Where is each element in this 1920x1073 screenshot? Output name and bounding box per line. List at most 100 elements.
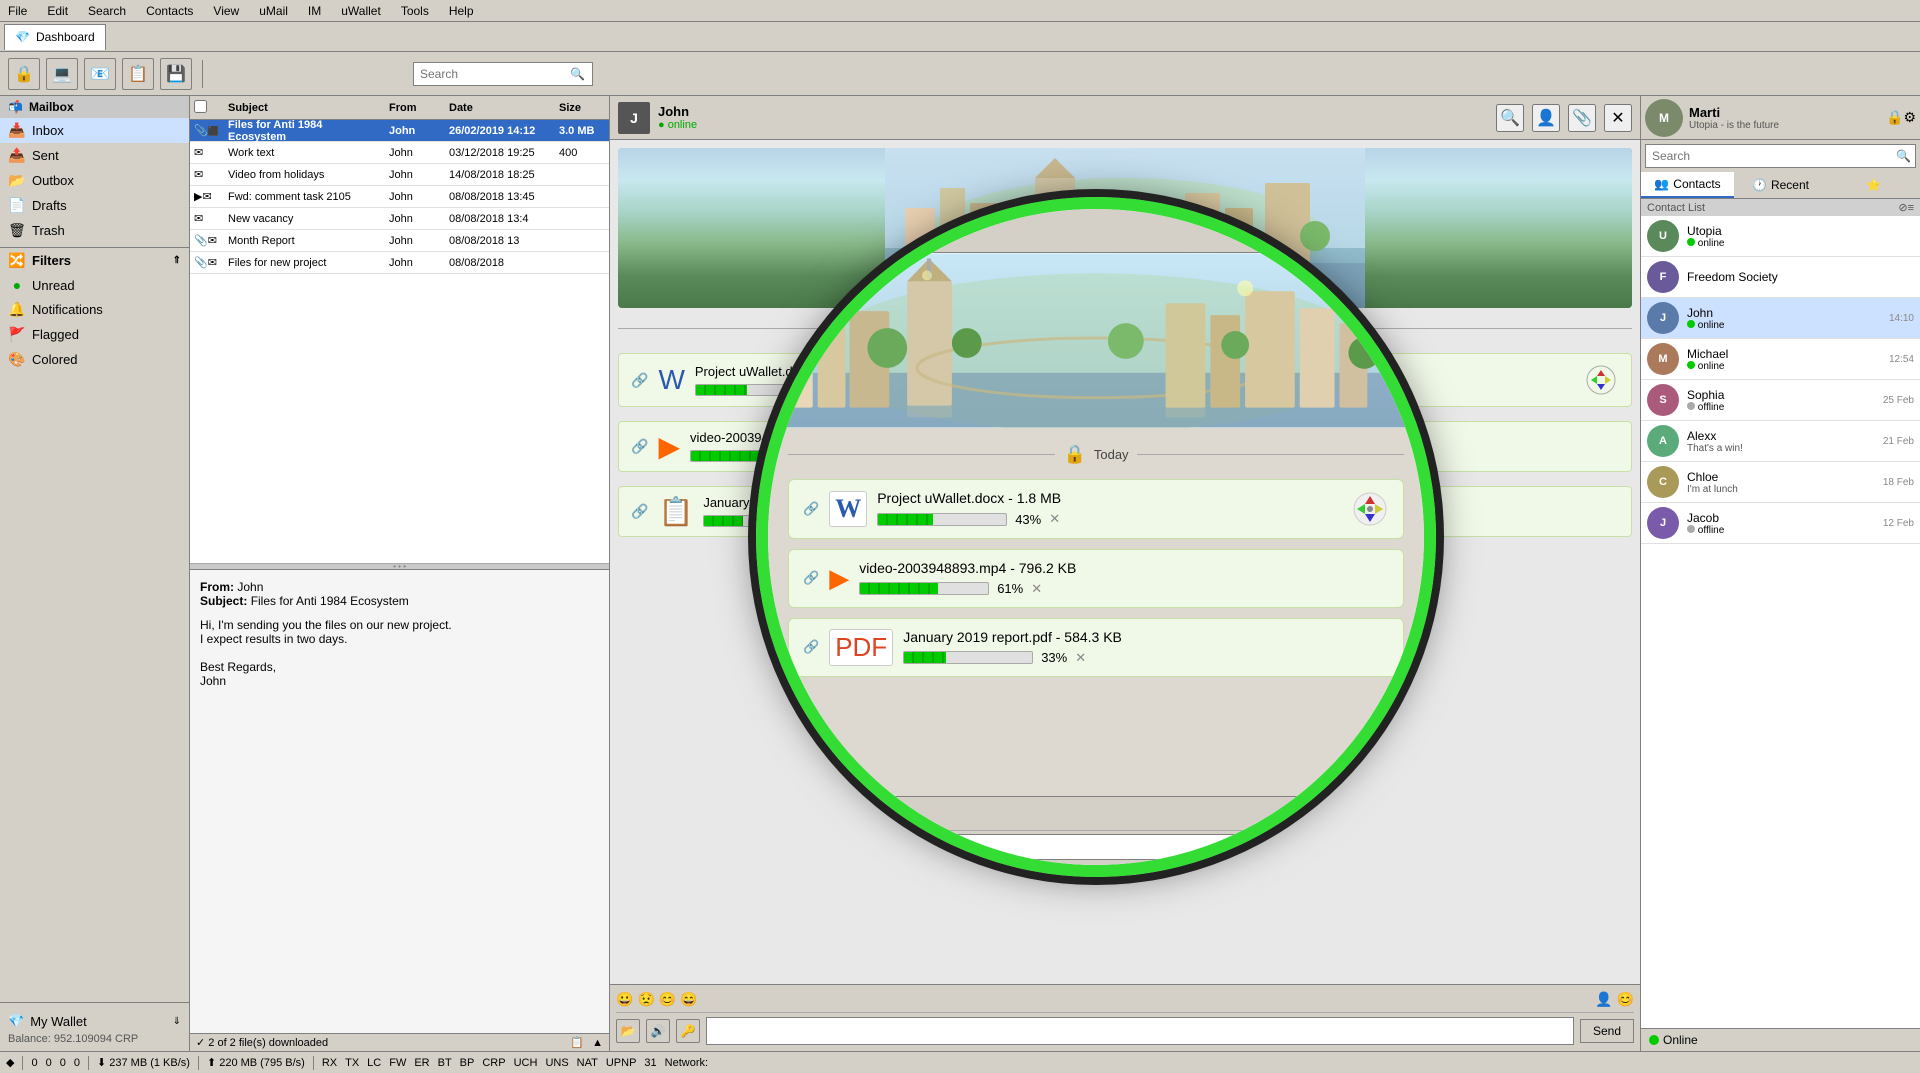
circle-cancel-2[interactable]: ✕ (1075, 650, 1086, 666)
attach-icon-5: 📎 (194, 235, 208, 247)
menu-tools[interactable]: Tools (397, 2, 433, 20)
chat-btn-close[interactable]: ✕ (1604, 104, 1632, 132)
chat-input-row: 📂 🔊 🔑 Send (616, 1017, 1634, 1045)
table-row[interactable]: ✉ Video from holidays John 14/08/2018 18… (190, 164, 609, 186)
emoji-laugh-icon[interactable]: 😄 (680, 991, 697, 1008)
circle-move-btn-0[interactable] (1351, 490, 1389, 528)
menu-contacts[interactable]: Contacts (142, 2, 197, 20)
chat-btn-search[interactable]: 🔍 (1496, 104, 1524, 132)
contacts-tabs: 👥 Contacts 🕐 Recent ⭐ (1641, 172, 1920, 199)
table-row[interactable]: ✉ Work text John 03/12/2018 19:25 400 (190, 142, 609, 164)
search-input[interactable] (420, 67, 570, 81)
sidebar-item-trash[interactable]: 🗑 Trash (0, 218, 189, 243)
emoji-sad-icon[interactable]: 😟 (637, 991, 654, 1008)
col-size-header[interactable]: Size (555, 102, 605, 114)
table-row[interactable]: ▶✉ Fwd: comment task 2105 John 08/08/201… (190, 186, 609, 208)
contacts-sort-icon[interactable]: ≡ (1908, 202, 1914, 214)
chat-btn-attach[interactable]: 📎 (1568, 104, 1596, 132)
circle-progress-fill-2 (904, 652, 946, 663)
chat-key-btn[interactable]: 🔑 (676, 1019, 700, 1043)
tab-contacts[interactable]: 👥 Contacts (1641, 172, 1734, 198)
sidebar-item-inbox[interactable]: 📥 Inbox (0, 118, 189, 143)
sidebar-item-flagged[interactable]: 🚩 Flagged (0, 322, 189, 347)
tab-extra[interactable]: ⭐ (1827, 172, 1920, 198)
sidebar-item-unread[interactable]: ● Unread (0, 273, 189, 297)
list-item[interactable]: S Sophia offline 25 Feb (1641, 380, 1920, 421)
emoji-people-icon[interactable]: 😀 (616, 991, 633, 1008)
contacts-sidebar: M Marti Utopia - is the future 🔒 ⚙ 🔍 👥 C… (1640, 96, 1920, 1051)
menu-uwallet[interactable]: uWallet (337, 2, 385, 20)
filters-expand[interactable]: ⇑ (173, 255, 181, 266)
select-all-checkbox[interactable] (194, 100, 207, 113)
tab-recent[interactable]: 🕐 Recent (1734, 172, 1827, 198)
list-item[interactable]: J Jacob offline 12 Feb (1641, 503, 1920, 544)
mailbox-icon: 📬 (8, 100, 23, 114)
row-from-3: John (385, 191, 445, 203)
person-icon[interactable]: 👤 (1595, 991, 1612, 1008)
contact-time-michael: 12:54 (1889, 354, 1914, 365)
sidebar-item-notifications[interactable]: 🔔 Notifications (0, 297, 189, 322)
chat-btn-user[interactable]: 👤 (1532, 104, 1560, 132)
list-item[interactable]: U Utopia online (1641, 216, 1920, 257)
col-subject-header[interactable]: Subject (224, 102, 385, 114)
sidebar-item-outbox[interactable]: 📂 Outbox (0, 168, 189, 193)
toolbar-btn-2[interactable]: 💻 (46, 58, 78, 90)
row-check-6: 📎✉ (194, 256, 224, 269)
sidebar-item-drafts[interactable]: 📄 Drafts (0, 193, 189, 218)
table-row[interactable]: 📎⬛ Files for Anti 1984 Ecosystem John 26… (190, 120, 609, 142)
send-button[interactable]: Send (1580, 1019, 1634, 1043)
contacts-search-input[interactable] (1646, 145, 1892, 167)
table-row[interactable]: ✉ New vacancy John 08/08/2018 13:4 (190, 208, 609, 230)
toolbar-btn-4[interactable]: 📋 (122, 58, 154, 90)
email-list-header: Subject From Date Size (190, 96, 609, 120)
toolbar-btn-5[interactable]: 💾 (160, 58, 192, 90)
chat-input[interactable] (706, 1017, 1574, 1045)
transfer-move-btn-0[interactable] (1583, 362, 1619, 398)
toolbar-search[interactable]: 🔍 (413, 62, 593, 86)
list-item[interactable]: C Chloe I'm at lunch 18 Feb (1641, 462, 1920, 503)
menu-edit[interactable]: Edit (43, 2, 72, 20)
emoji-smile-icon[interactable]: 😊 (659, 991, 676, 1008)
menu-help[interactable]: Help (445, 2, 478, 20)
circle-progress-fill-1 (860, 583, 938, 594)
inbox-icon: 📥 (8, 122, 26, 139)
flagged-icon: 🚩 (8, 326, 26, 343)
toolbar-btn-1[interactable]: 🔒 (8, 58, 40, 90)
tab-icon: 💎 (15, 30, 30, 44)
circle-doc-icon-0: W (829, 491, 867, 527)
toolbar-btn-3[interactable]: 📧 (84, 58, 116, 90)
list-item[interactable]: A Alexx That's a win! 21 Feb (1641, 421, 1920, 462)
menu-im[interactable]: IM (304, 2, 325, 20)
menu-umail[interactable]: uMail (255, 2, 292, 20)
menu-file[interactable]: File (4, 2, 31, 20)
table-row[interactable]: 📎✉ Files for new project John 08/08/2018 (190, 252, 609, 274)
status-count: 31 (644, 1057, 656, 1069)
wallet-expand[interactable]: ⇓ (173, 1016, 181, 1027)
col-from-header[interactable]: From (385, 102, 445, 114)
sidebar-item-sent[interactable]: 📤 Sent (0, 143, 189, 168)
table-row[interactable]: 📎✉ Month Report John 08/08/2018 13 (190, 230, 609, 252)
circle-progress-bar-2 (903, 651, 1033, 664)
chat-folder-btn[interactable]: 📂 (616, 1019, 640, 1043)
circle-cancel-0[interactable]: ✕ (1049, 511, 1060, 527)
list-item[interactable]: J John online 14:10 (1641, 298, 1920, 339)
sidebar-item-colored[interactable]: 🎨 Colored (0, 347, 189, 372)
settings-icon[interactable]: ⚙ (1903, 109, 1916, 126)
list-item[interactable]: F Freedom Society (1641, 257, 1920, 298)
tab-dashboard[interactable]: 💎 Dashboard (4, 24, 106, 50)
sidebar-item-filters[interactable]: 🔀 Filters ⇑ (0, 248, 189, 273)
menu-search[interactable]: Search (84, 2, 130, 20)
contact-info-chloe: Chloe I'm at lunch (1687, 470, 1875, 495)
menu-view[interactable]: View (209, 2, 243, 20)
sidebar-item-wallet[interactable]: 💎 My Wallet ⇓ (8, 1009, 181, 1033)
circle-transfer-name-1: video-2003948893.mp4 - 796.2 KB (859, 560, 1389, 576)
row-date-2: 14/08/2018 18:25 (445, 169, 555, 181)
chat-speaker-btn[interactable]: 🔊 (646, 1019, 670, 1043)
circle-cancel-1[interactable]: ✕ (1031, 581, 1042, 597)
contacts-user-info: Marti Utopia - is the future (1683, 105, 1886, 131)
contact-name-sophia: Sophia (1687, 388, 1875, 402)
col-date-header[interactable]: Date (445, 102, 555, 114)
list-item[interactable]: M Michael online 12:54 (1641, 339, 1920, 380)
contacts-filter-icon[interactable]: ⊘ (1898, 201, 1907, 214)
smiley-face-icon[interactable]: 😊 (1617, 991, 1634, 1008)
